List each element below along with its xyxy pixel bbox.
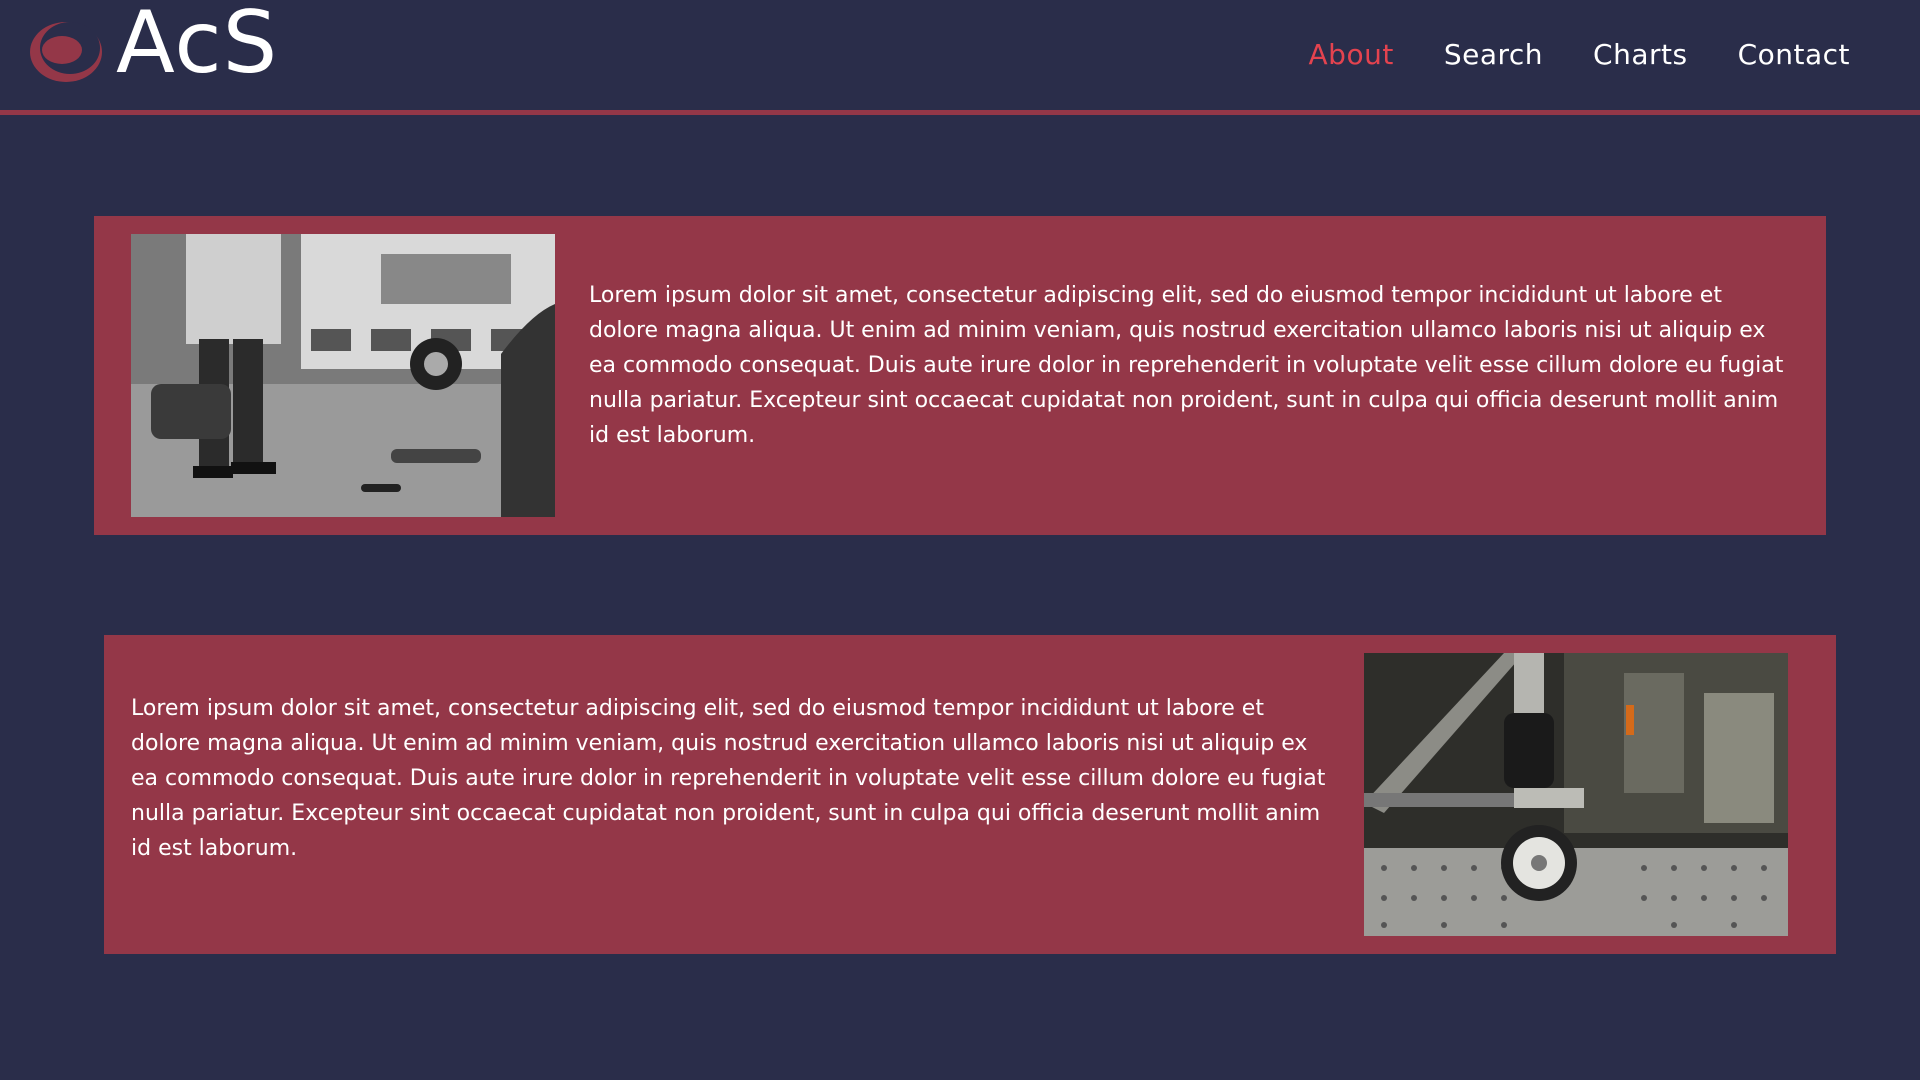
nav-contact-link[interactable]: Contact <box>1738 38 1850 71</box>
stretcher-wheel-photo <box>1364 653 1788 936</box>
site-header: AcS About Search Charts Contact <box>0 0 1920 115</box>
section-1-text: Lorem ipsum dolor sit amet, consectetur … <box>589 283 1784 448</box>
content-card-2: Lorem ipsum dolor sit amet, consectetur … <box>104 635 1836 954</box>
ambulance-scene-photo <box>131 234 555 517</box>
main-nav: About Search Charts Contact <box>1309 38 1850 71</box>
nav-about-link[interactable]: About <box>1309 38 1394 71</box>
brand-name: AcS <box>116 0 279 93</box>
nav-charts-link[interactable]: Charts <box>1593 38 1688 71</box>
section-2-text: Lorem ipsum dolor sit amet, consectetur … <box>131 696 1326 861</box>
content-card-1: Lorem ipsum dolor sit amet, consectetur … <box>94 216 1826 535</box>
logo-link[interactable]: AcS <box>26 0 278 90</box>
eye-logo-icon <box>30 22 102 82</box>
nav-search-link[interactable]: Search <box>1444 38 1543 71</box>
